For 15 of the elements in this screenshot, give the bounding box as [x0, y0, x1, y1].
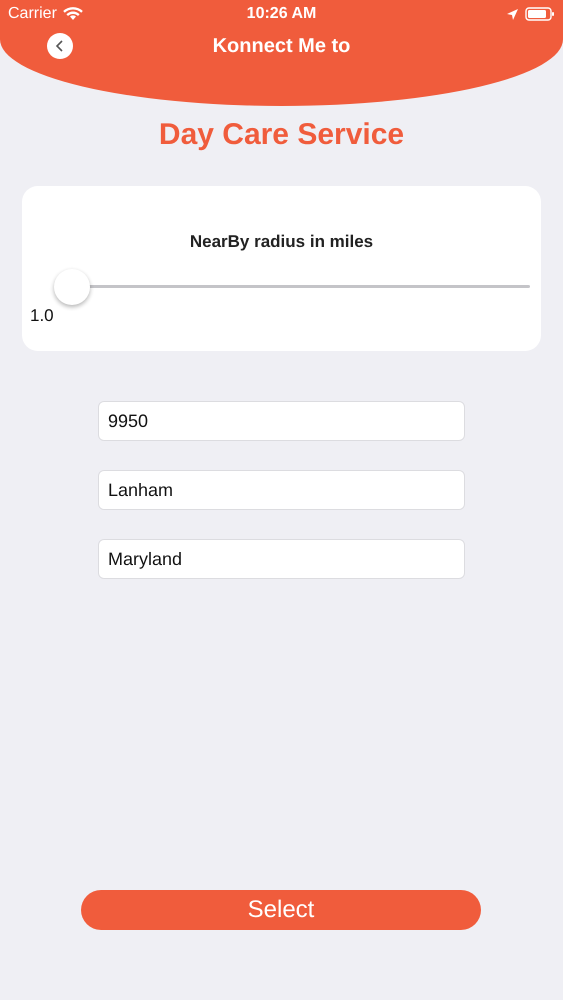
nav-title: Konnect Me to [212, 34, 350, 58]
carrier-label: Carrier [8, 5, 57, 23]
back-button[interactable] [47, 33, 73, 59]
radius-label: NearBy radius in miles [188, 232, 374, 252]
slider-thumb[interactable] [54, 268, 90, 304]
wifi-icon [62, 7, 83, 21]
location-arrow-icon [506, 8, 519, 20]
radius-slider[interactable] [54, 268, 530, 304]
input-field[interactable]: Lanham [98, 470, 465, 510]
status-time: 10:26 AM [246, 5, 316, 22]
input-field[interactable]: Maryland [98, 539, 465, 579]
radius-value: 1.0 [30, 306, 54, 326]
input-field[interactable]: 9950 [98, 401, 465, 441]
page-heading: Day Care Service [158, 118, 406, 152]
battery-icon [525, 7, 555, 21]
